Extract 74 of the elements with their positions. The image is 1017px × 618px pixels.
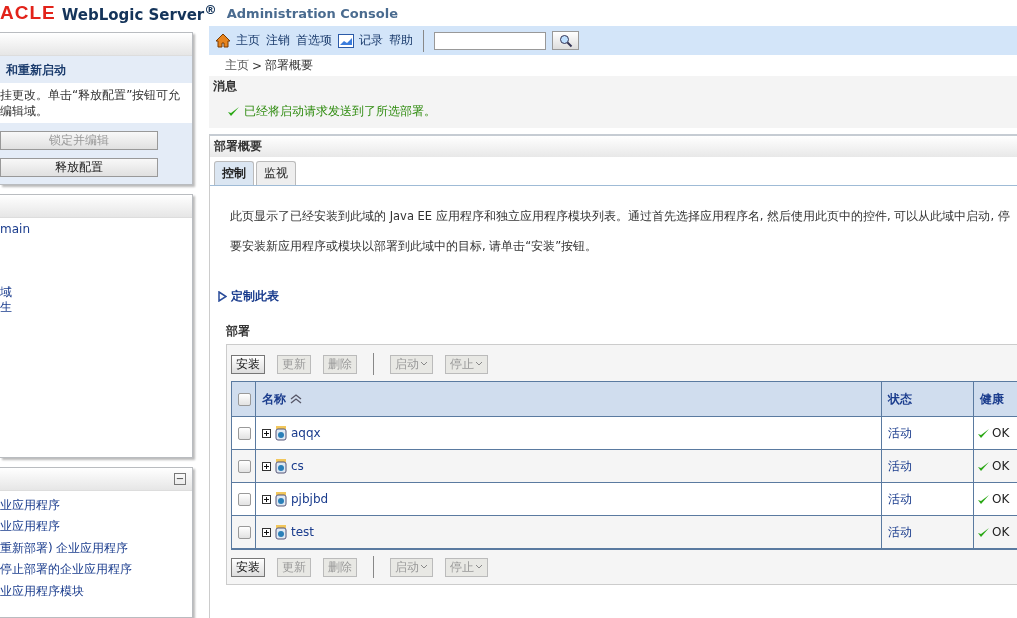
app-link[interactable]: test [291, 525, 315, 539]
task-link[interactable]: 业应用程序模块 [0, 580, 192, 603]
check-icon [977, 493, 990, 505]
health-text: OK [992, 426, 1010, 440]
check-icon [977, 526, 990, 538]
breadcrumb-current: 部署概要 [265, 57, 314, 74]
app-icon [275, 491, 287, 507]
toolbar-link[interactable]: 注销 [266, 32, 290, 49]
select-all-checkbox[interactable] [238, 392, 251, 406]
row-checkbox[interactable] [238, 525, 251, 539]
toolbar-link[interactable]: 首选项 [296, 32, 332, 49]
row-checkbox[interactable] [238, 492, 251, 506]
state-text: 活动 [888, 457, 912, 475]
health-text: OK [992, 492, 1010, 506]
row-checkbox[interactable] [238, 459, 251, 473]
search-icon [558, 33, 573, 48]
action-button[interactable]: 安装 [231, 354, 265, 374]
search-button[interactable] [552, 31, 579, 50]
column-header[interactable]: 名称 [262, 390, 286, 408]
collapse-button[interactable]: − [174, 472, 186, 485]
app-icon [275, 524, 287, 540]
task-link[interactable]: 重新部署) 企业应用程序 [0, 537, 192, 560]
expand-icon[interactable] [262, 428, 271, 438]
messages-title: 消息 [213, 78, 238, 95]
app-link[interactable]: cs [291, 459, 304, 473]
sort-icon[interactable] [290, 394, 302, 404]
customize-link[interactable]: 定制此表 [210, 288, 1017, 305]
home-icon [215, 33, 231, 48]
task-link[interactable]: 业应用程序 [0, 494, 192, 517]
chart-icon [338, 33, 354, 48]
toolbar-link[interactable]: 帮助 [389, 32, 413, 49]
row-checkbox[interactable] [238, 426, 251, 440]
toolbar-link[interactable]: 主页 [215, 32, 260, 49]
table-title: 部署 [226, 324, 250, 338]
success-message: 已经将启动请求发送到了所选部署。 [244, 103, 436, 120]
tree-link[interactable]: 域 [0, 284, 192, 301]
task-link[interactable]: 停止部署的企业应用程序 [0, 559, 192, 581]
breadcrumb-link[interactable]: 主页 [225, 57, 249, 74]
tree-link[interactable]: main [0, 222, 192, 238]
expand-icon[interactable] [262, 527, 271, 537]
column-header: 健康 [974, 382, 1017, 417]
tab[interactable]: 监视 [256, 161, 296, 185]
breadcrumb-separator: > [252, 58, 263, 73]
expand-icon[interactable] [262, 461, 271, 471]
brand-logo: ACLE [0, 2, 56, 24]
state-text: 活动 [888, 490, 912, 508]
check-icon [977, 427, 990, 439]
toolbar-link[interactable]: 记录 [338, 32, 383, 49]
change-button[interactable]: 释放配置 [0, 158, 158, 177]
health-text: OK [992, 459, 1010, 473]
search-field[interactable] [434, 31, 546, 50]
change-message: 挂更改。单击“释放配置”按钮可允 编辑域。 [0, 83, 192, 123]
tab[interactable]: 控制 [214, 161, 254, 185]
intro-text: 要安装新应用程序或模块以部署到此域中的目标, 请单击“安装”按钮。 [229, 238, 599, 254]
app-icon [275, 425, 287, 441]
console-title: Administration Console [226, 5, 398, 21]
check-icon [977, 460, 990, 472]
app-link[interactable]: aqqx [291, 426, 321, 440]
state-text: 活动 [888, 523, 912, 541]
expand-icon[interactable] [262, 494, 271, 504]
check-icon [227, 106, 240, 117]
health-text: OK [992, 525, 1010, 539]
app-link[interactable]: pjbjbd [291, 492, 329, 506]
intro-text: 此页显示了已经安装到此域的 Java EE 应用程序和独立应用程序模块列表。通过首先选择应用程序名, 然后使用此页中的控件, 可以从此域中启动, 停 [229, 208, 1011, 224]
product-name: WebLogic Server$^{®}$ [61, 2, 217, 24]
section-title: 部署概要 [214, 138, 262, 155]
panel-title: 和重新启动 [5, 62, 67, 79]
tree-link[interactable]: 生 [0, 300, 192, 316]
task-link[interactable]: 业应用程序 [0, 516, 192, 538]
app-icon [275, 458, 287, 474]
state-text: 活动 [888, 424, 912, 442]
action-button[interactable]: 安装 [231, 557, 265, 577]
expand-icon [218, 291, 227, 302]
column-header: 状态 [882, 382, 974, 417]
